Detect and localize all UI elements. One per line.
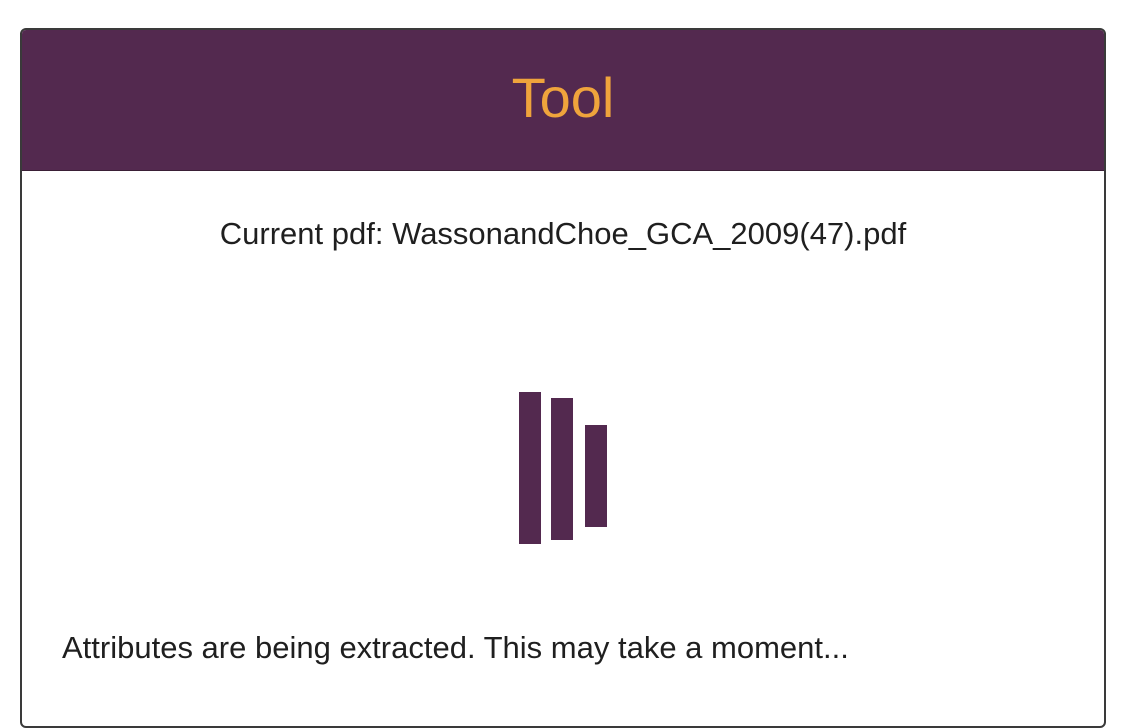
loader-bar bbox=[585, 425, 607, 527]
card-header: Tool bbox=[22, 30, 1104, 171]
tool-card: Tool Current pdf: WassonandChoe_GCA_2009… bbox=[20, 28, 1106, 728]
loader-bar bbox=[519, 392, 541, 544]
page-title: Tool bbox=[511, 66, 615, 129]
status-message: Attributes are being extracted. This may… bbox=[62, 630, 849, 665]
loading-spinner-icon bbox=[519, 390, 611, 550]
loader-bar bbox=[551, 398, 573, 540]
current-pdf-label: Current pdf: WassonandChoe_GCA_2009(47).… bbox=[219, 216, 907, 251]
